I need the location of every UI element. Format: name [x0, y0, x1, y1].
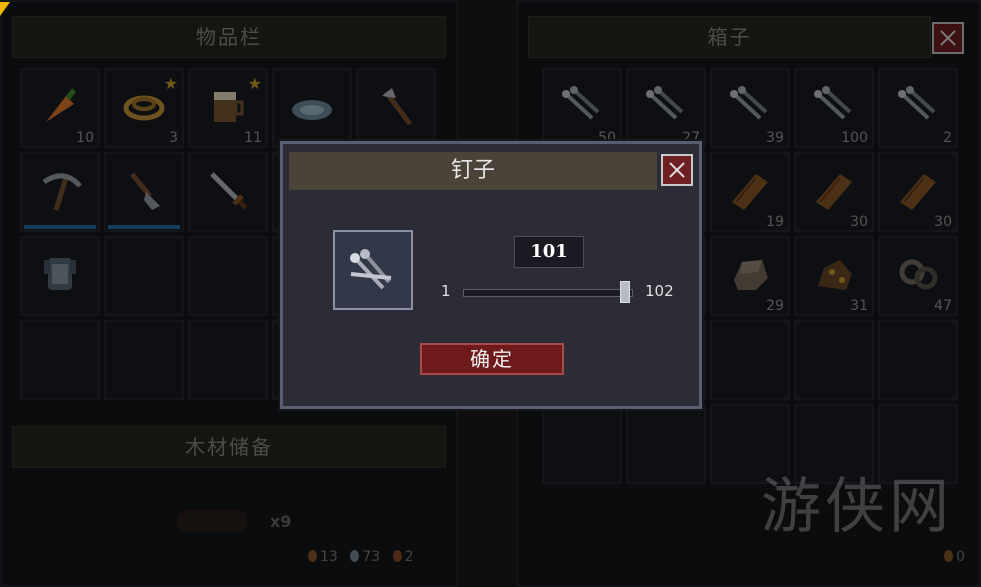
slider-min-label: 1 [441, 282, 451, 300]
nails-icon [350, 249, 392, 290]
slider-thumb[interactable] [620, 281, 631, 303]
confirm-button[interactable]: 确定 [420, 343, 564, 375]
watermark: 游侠网 [761, 472, 953, 542]
dialog-title: 钉子 [289, 152, 657, 190]
split-stack-dialog: 钉子 101 1 102 确定 [280, 141, 702, 409]
quantity-slider[interactable] [463, 281, 633, 303]
slider-max-label: 102 [645, 282, 674, 300]
cursor-icon [0, 2, 10, 16]
dialog-close-button[interactable] [661, 154, 693, 186]
dialog-item-frame [333, 230, 413, 310]
quantity-field[interactable]: 101 [514, 236, 584, 268]
